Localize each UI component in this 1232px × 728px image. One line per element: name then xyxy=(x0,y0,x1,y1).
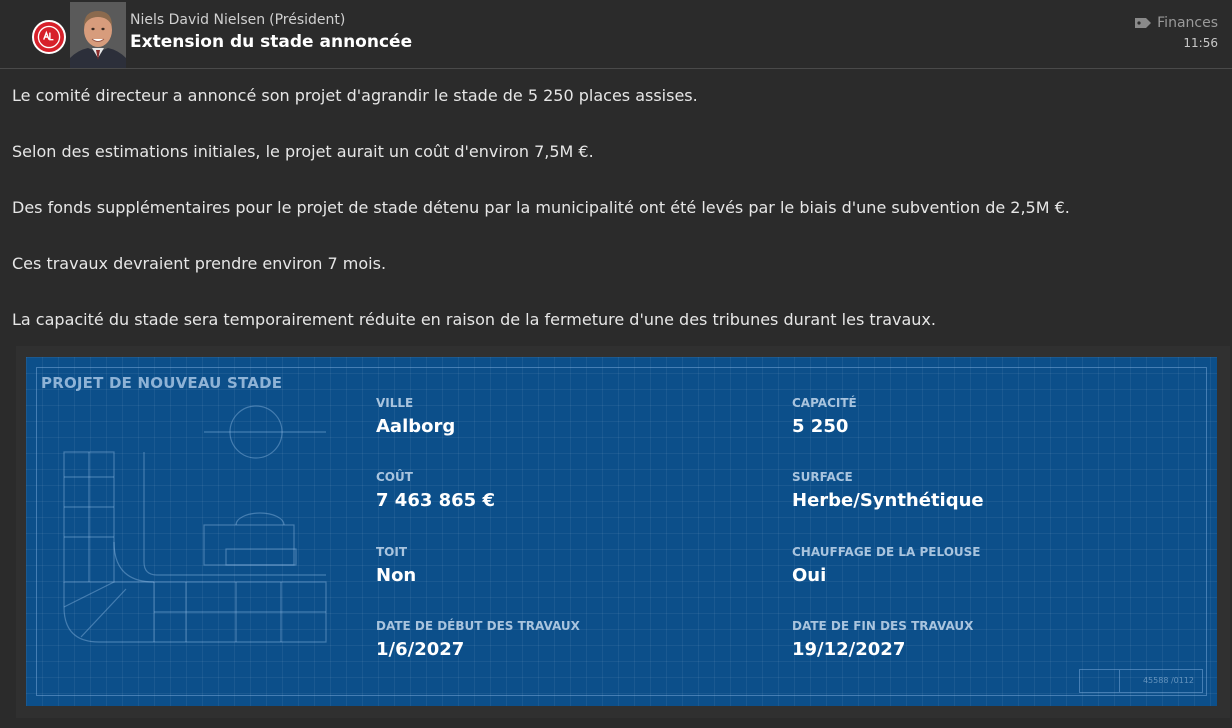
field-value: 7 463 865 € xyxy=(376,490,495,511)
field-label: CAPACITÉ xyxy=(792,396,857,410)
message-header: Niels David Nielsen (Président) Extension… xyxy=(0,0,1232,68)
field-start-date: DATE DE DÉBUT DES TRAVAUX 1/6/2027 xyxy=(376,619,580,660)
field-label: DATE DE DÉBUT DES TRAVAUX xyxy=(376,619,580,633)
title-block-cell xyxy=(1080,670,1120,692)
sender-name-text[interactable]: Niels David Nielsen xyxy=(130,12,265,28)
blueprint-title-block: 45588 /0112 xyxy=(1079,669,1203,693)
field-end-date: DATE DE FIN DES TRAVAUX 19/12/2027 xyxy=(792,619,973,660)
club-badge xyxy=(32,20,66,54)
stadium-blueprint-card: PROJET DE NOUVEAU STADE VILLE Aalborg CA… xyxy=(26,357,1217,706)
field-value: 5 250 xyxy=(792,416,849,437)
category-label[interactable]: Finances xyxy=(1134,15,1218,31)
body-paragraph: Ces travaux devraient prendre environ 7 … xyxy=(12,254,387,273)
tag-icon xyxy=(1134,17,1152,29)
field-label: COÛT xyxy=(376,470,413,484)
sender-name[interactable]: Niels David Nielsen (Président) xyxy=(130,12,345,28)
body-paragraph: Des fonds supplémentaires pour le projet… xyxy=(12,198,1070,217)
stadium-plan-drawing xyxy=(26,357,366,706)
field-roof: TOIT Non xyxy=(376,545,416,586)
field-value: 1/6/2027 xyxy=(376,639,465,660)
avatar[interactable] xyxy=(70,2,126,68)
header-divider xyxy=(0,68,1232,69)
field-value: 19/12/2027 xyxy=(792,639,906,660)
field-pitch-heating: CHAUFFAGE DE LA PELOUSE Oui xyxy=(792,545,980,586)
field-value: Oui xyxy=(792,565,827,586)
field-value: Herbe/Synthétique xyxy=(792,490,984,511)
field-value: Aalborg xyxy=(376,416,456,437)
blueprint-reference: 45588 /0112 xyxy=(1142,676,1194,685)
body-paragraph: Selon des estimations initiales, le proj… xyxy=(12,142,594,161)
message-time: 11:56 xyxy=(1183,36,1218,50)
field-label: SURFACE xyxy=(792,470,853,484)
body-paragraph: Le comité directeur a annoncé son projet… xyxy=(12,86,698,105)
field-capacity: CAPACITÉ 5 250 xyxy=(792,396,857,437)
field-label: CHAUFFAGE DE LA PELOUSE xyxy=(792,545,981,559)
category-text: Finances xyxy=(1157,15,1218,31)
message-subject: Extension du stade annoncée xyxy=(130,32,413,52)
field-value: Non xyxy=(376,565,417,586)
field-city: VILLE Aalborg xyxy=(376,396,455,437)
blueprint-title: PROJET DE NOUVEAU STADE xyxy=(41,374,283,392)
field-label: DATE DE FIN DES TRAVAUX xyxy=(792,619,974,633)
field-surface: SURFACE Herbe/Synthétique xyxy=(792,470,984,511)
message-body: Le comité directeur a annoncé son projet… xyxy=(12,84,1222,364)
field-label: VILLE xyxy=(376,396,414,410)
field-cost: COÛT 7 463 865 € xyxy=(376,470,495,511)
sender-role: (Président) xyxy=(269,12,346,28)
body-paragraph: La capacité du stade sera temporairement… xyxy=(12,310,936,329)
field-label: TOIT xyxy=(376,545,408,559)
